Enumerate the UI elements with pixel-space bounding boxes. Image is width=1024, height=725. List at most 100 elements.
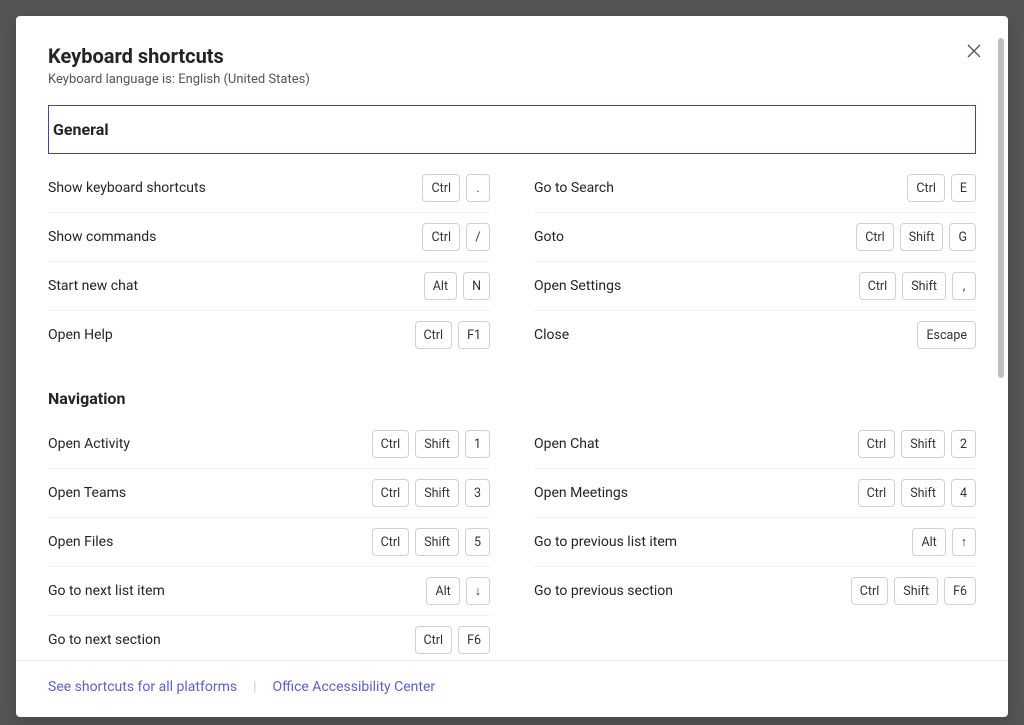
shortcut-row: Go to next sectionCtrlF6	[48, 616, 490, 660]
shortcut-label: Go to next list item	[48, 583, 165, 599]
shortcut-keys: CtrlE	[907, 174, 976, 202]
shortcut-row: Show commands Ctrl/	[48, 213, 490, 262]
section-heading-general[interactable]: General	[48, 105, 976, 154]
close-icon	[967, 46, 981, 61]
shortcut-row: Open Help CtrlF1	[48, 311, 490, 359]
key-shift: Shift	[902, 272, 946, 300]
shortcut-row: Go to Search CtrlE	[534, 164, 976, 213]
section-heading-navigation: Navigation	[48, 389, 976, 408]
navigation-col-right: Open ChatCtrlShift2Open MeetingsCtrlShif…	[534, 420, 976, 660]
shortcut-label: Go to previous section	[534, 583, 673, 599]
shortcut-keys: AltN	[424, 272, 490, 300]
keyboard-shortcuts-dialog: Keyboard shortcuts Keyboard language is:…	[16, 16, 1008, 717]
key-escape: Escape	[917, 321, 976, 349]
shortcut-keys: Alt↓	[426, 577, 490, 605]
shortcut-label: Go to Search	[534, 180, 614, 196]
key-.: .	[466, 174, 490, 202]
shortcut-keys: CtrlShift2	[858, 430, 976, 458]
shortcut-row: Goto CtrlShiftG	[534, 213, 976, 262]
key-,: ,	[952, 272, 976, 300]
shortcut-label: Show keyboard shortcuts	[48, 180, 206, 196]
general-col-right: Go to SearchCtrlEGotoCtrlShiftGOpen Sett…	[534, 164, 976, 359]
shortcut-label: Start new chat	[48, 278, 138, 294]
shortcut-keys: Ctrl.	[422, 174, 490, 202]
general-columns: Show keyboard shortcuts Ctrl. Show command…	[48, 164, 976, 359]
shortcut-row: Open Files CtrlShift5	[48, 518, 490, 567]
key-ctrl: Ctrl	[422, 174, 460, 202]
dialog-footer: See shortcuts for all platforms | Office…	[16, 660, 1008, 717]
shortcut-row: Open Settings CtrlShift,	[534, 262, 976, 311]
shortcut-keys: CtrlShiftG	[856, 223, 976, 251]
shortcut-label: Show commands	[48, 229, 156, 245]
link-accessibility[interactable]: Office Accessibility Center	[273, 679, 436, 695]
shortcut-row: Go to previous section CtrlShiftF6	[534, 567, 976, 615]
shortcut-keys: Ctrl/	[422, 223, 490, 251]
key-ctrl: Ctrl	[907, 174, 945, 202]
footer-separator: |	[253, 679, 256, 695]
key-5: 5	[465, 528, 490, 556]
key-4: 4	[951, 479, 976, 507]
shortcut-keys: CtrlShift3	[372, 479, 490, 507]
key-shift: Shift	[415, 528, 459, 556]
key-alt: Alt	[426, 577, 459, 605]
shortcut-row: Open Chat CtrlShift2	[534, 420, 976, 469]
shortcut-label: Open Settings	[534, 278, 621, 294]
key-ctrl: Ctrl	[859, 272, 897, 300]
key-ctrl: Ctrl	[858, 479, 896, 507]
shortcut-keys: CtrlF1	[415, 321, 490, 349]
key-/: /	[466, 223, 490, 251]
shortcut-keys: CtrlShift1	[372, 430, 490, 458]
dialog-title: Keyboard shortcuts	[48, 44, 976, 68]
key-1: 1	[465, 430, 490, 458]
scrollbar[interactable]	[998, 38, 1004, 378]
shortcut-row: Go to previous list item Alt↑	[534, 518, 976, 567]
shortcut-row: Open Activity CtrlShift1	[48, 420, 490, 469]
key-ctrl: Ctrl	[415, 626, 453, 654]
shortcut-row: Go to next list item Alt↓	[48, 567, 490, 616]
shortcut-keys: Alt↑	[912, 528, 976, 556]
shortcut-label: Goto	[534, 229, 564, 245]
shortcut-keys: CtrlShiftF6	[851, 577, 976, 605]
shortcut-label: Open Help	[48, 327, 113, 343]
shortcut-label: Open Activity	[48, 436, 130, 452]
key-ctrl: Ctrl	[851, 577, 889, 605]
key-ctrl: Ctrl	[372, 479, 410, 507]
shortcut-row: Open Meetings CtrlShift4	[534, 469, 976, 518]
shortcut-keys: CtrlShift4	[858, 479, 976, 507]
key-ctrl: Ctrl	[422, 223, 460, 251]
key-ctrl: Ctrl	[415, 321, 453, 349]
key-↓: ↓	[466, 577, 490, 605]
shortcut-row: Start new chat AltN	[48, 262, 490, 311]
key-alt: Alt	[912, 528, 945, 556]
shortcut-row: Show keyboard shortcuts Ctrl.	[48, 164, 490, 213]
shortcut-keys: Escape	[917, 321, 976, 349]
shortcut-keys: CtrlShift,	[859, 272, 976, 300]
link-all-platforms[interactable]: See shortcuts for all platforms	[48, 679, 237, 695]
key-alt: Alt	[424, 272, 457, 300]
key-f6: F6	[944, 577, 976, 605]
key-2: 2	[951, 430, 976, 458]
key-shift: Shift	[900, 223, 944, 251]
key-shift: Shift	[901, 479, 945, 507]
shortcut-label: Go to next section	[48, 632, 161, 648]
close-button[interactable]	[960, 38, 988, 66]
navigation-columns: Open ActivityCtrlShift1Open TeamsCtrlShi…	[48, 420, 976, 660]
key-f1: F1	[458, 321, 490, 349]
key-shift: Shift	[894, 577, 938, 605]
key-ctrl: Ctrl	[372, 528, 410, 556]
key-ctrl: Ctrl	[372, 430, 410, 458]
key-3: 3	[465, 479, 490, 507]
key-shift: Shift	[415, 430, 459, 458]
dialog-body: Keyboard shortcuts Keyboard language is:…	[16, 16, 1008, 660]
key-ctrl: Ctrl	[858, 430, 896, 458]
dialog-subtitle: Keyboard language is: English (United St…	[48, 72, 976, 87]
key-ctrl: Ctrl	[856, 223, 894, 251]
shortcut-label: Open Meetings	[534, 485, 628, 501]
key-e: E	[951, 174, 976, 202]
shortcut-label: Go to previous list item	[534, 534, 677, 550]
shortcut-label: Open Chat	[534, 436, 599, 452]
shortcut-label: Close	[534, 327, 569, 343]
shortcut-label: Open Files	[48, 534, 113, 550]
shortcut-row: Open TeamsCtrlShift3	[48, 469, 490, 518]
key-n: N	[463, 272, 490, 300]
